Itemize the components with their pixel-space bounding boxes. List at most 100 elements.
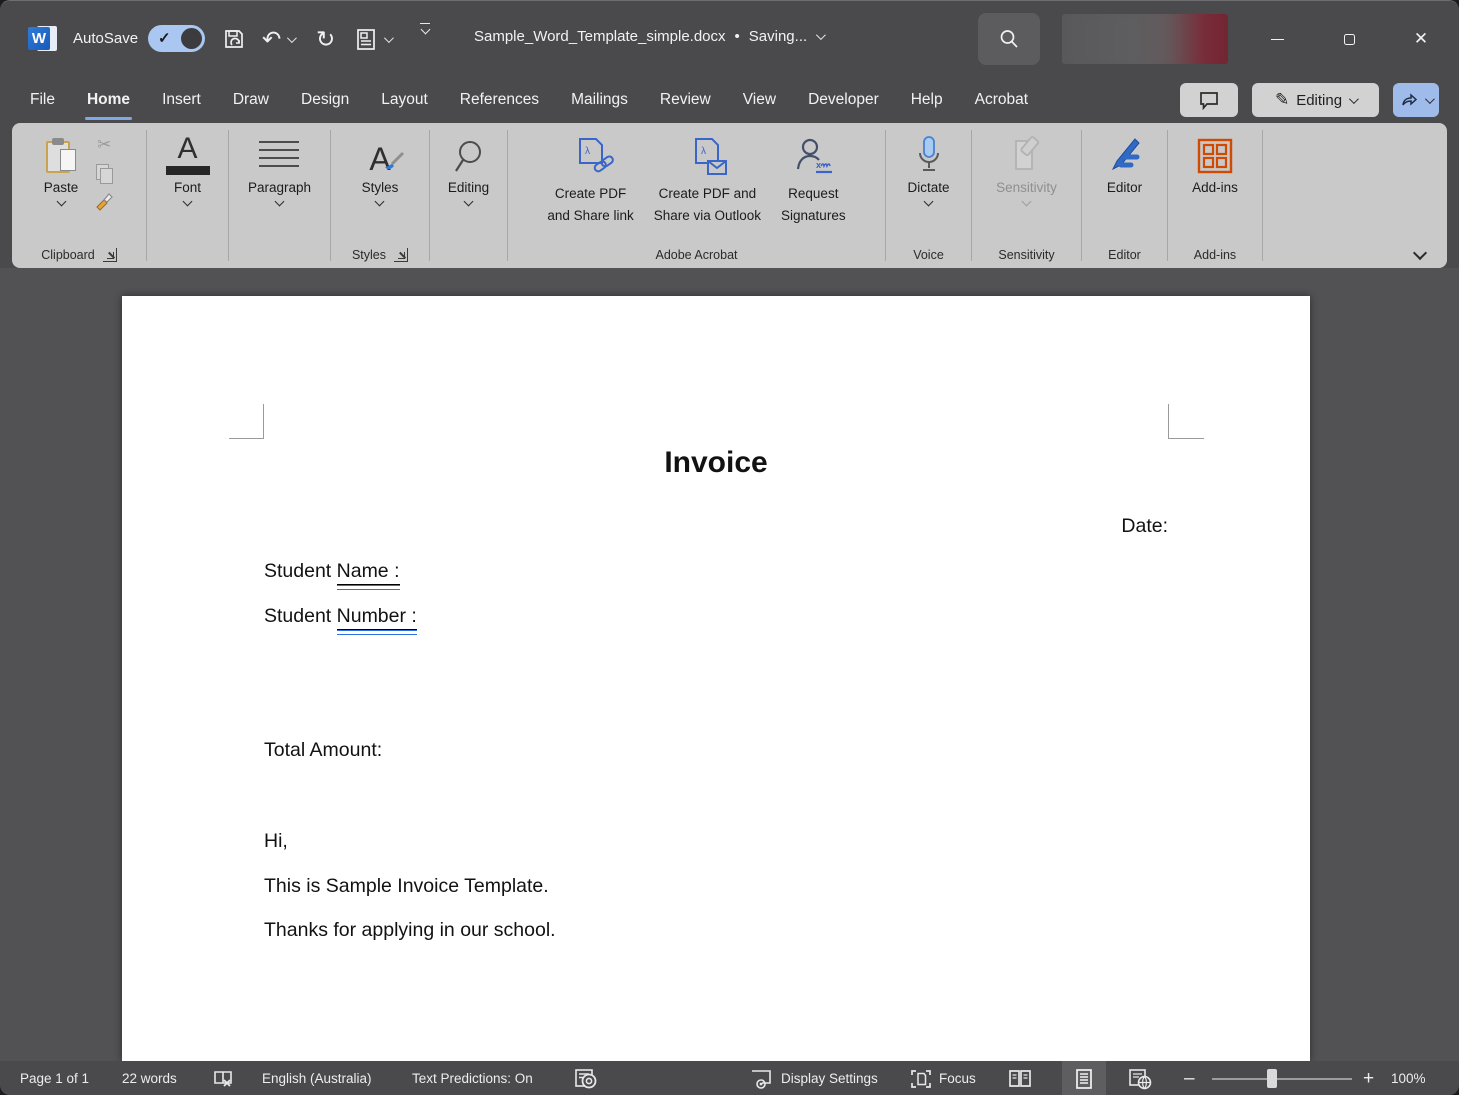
close-button[interactable]: ✕ <box>1398 15 1444 63</box>
tab-acrobat[interactable]: Acrobat <box>959 77 1044 123</box>
title-separator: • <box>735 28 740 45</box>
autosave-toggle[interactable]: ✓ <box>148 25 205 52</box>
sensitivity-button: Sensitivity <box>996 133 1057 205</box>
adobe-acrobat-group: λ Create PDF and Share link λ Create PDF… <box>508 123 885 268</box>
editing-menu-button[interactable]: Editing <box>448 133 489 205</box>
create-pdf-share-outlook-button[interactable]: λ Create PDF and Share via Outlook <box>644 133 771 225</box>
student-name-field[interactable]: Name : <box>337 560 400 585</box>
copy-icon[interactable] <box>96 164 112 182</box>
document-title-menu[interactable]: Sample_Word_Template_simple.docx • Savin… <box>474 28 823 45</box>
pdf-outlook-label-2: Share via Outlook <box>654 207 761 225</box>
paste-icon <box>46 139 76 175</box>
spellcheck-icon <box>213 1069 235 1089</box>
web-layout-icon <box>1128 1068 1152 1090</box>
editing-label: Editing <box>448 180 489 195</box>
search-button[interactable] <box>978 13 1040 65</box>
request-signatures-button[interactable]: x Request Signatures <box>771 133 856 225</box>
proofing-status-button[interactable] <box>213 1061 235 1095</box>
web-layout-button[interactable] <box>1128 1061 1152 1095</box>
font-icon: A <box>177 134 197 164</box>
close-icon: ✕ <box>1414 29 1428 49</box>
display-settings-label: Display Settings <box>781 1071 878 1086</box>
text-predictions-status[interactable]: Text Predictions: On <box>412 1061 533 1095</box>
page-count[interactable]: Page 1 of 1 <box>20 1061 89 1095</box>
comment-icon <box>1199 91 1219 110</box>
minimize-button[interactable] <box>1254 15 1300 63</box>
focus-button[interactable]: Focus <box>910 1061 976 1095</box>
redo-button[interactable]: ↻ <box>316 23 335 55</box>
tab-file[interactable]: File <box>14 77 71 123</box>
undo-button[interactable]: ↶ <box>262 23 294 55</box>
chevron-down-icon <box>375 197 385 207</box>
student-number-field[interactable]: Number : <box>337 605 417 630</box>
tab-mailings[interactable]: Mailings <box>555 77 644 123</box>
editing-mode-button[interactable]: ✎ Editing <box>1252 83 1379 117</box>
zoom-out-button[interactable]: – <box>1184 1061 1195 1095</box>
tab-developer[interactable]: Developer <box>792 77 895 123</box>
task-pane-button[interactable] <box>356 23 391 55</box>
tab-draw[interactable]: Draw <box>217 77 285 123</box>
font-menu-button[interactable]: A Font <box>166 133 210 205</box>
styles-dialog-launcher[interactable] <box>394 248 408 262</box>
word-count[interactable]: 22 words <box>122 1061 177 1095</box>
tab-references[interactable]: References <box>444 77 555 123</box>
zoom-percentage[interactable]: 100% <box>1391 1061 1426 1095</box>
zoom-slider-handle[interactable] <box>1267 1069 1277 1088</box>
display-settings-button[interactable]: Display Settings <box>750 1061 878 1095</box>
tab-insert[interactable]: Insert <box>146 77 217 123</box>
sensitivity-group: Sensitivity Sensitivity <box>972 123 1081 268</box>
ribbon: Paste ✂ Clipboard A <box>12 123 1447 268</box>
styles-menu-button[interactable]: A Styles <box>362 133 399 205</box>
chevron-down-icon <box>420 25 430 35</box>
editor-status-button[interactable] <box>574 1061 598 1095</box>
tab-design[interactable]: Design <box>285 77 365 123</box>
print-layout-button[interactable] <box>1062 1061 1106 1095</box>
zoom-in-button[interactable]: + <box>1363 1061 1374 1095</box>
format-painter-icon[interactable] <box>94 191 114 211</box>
pdf-outlook-icon: λ <box>684 135 730 179</box>
create-pdf-share-link-button[interactable]: λ Create PDF and Share link <box>537 133 643 225</box>
tab-view[interactable]: View <box>727 77 792 123</box>
styles-brush-icon <box>383 151 405 173</box>
customize-qat-button[interactable] <box>420 23 430 55</box>
minimize-icon <box>1271 39 1284 40</box>
dictate-label: Dictate <box>907 180 949 195</box>
cut-icon[interactable]: ✂ <box>97 135 111 155</box>
chevron-down-icon <box>816 30 826 40</box>
tab-layout[interactable]: Layout <box>365 77 444 123</box>
print-layout-icon <box>1075 1068 1093 1090</box>
tab-review[interactable]: Review <box>644 77 727 123</box>
ribbon-tab-row: File Home Insert Draw Design Layout Refe… <box>0 77 1459 123</box>
chevron-down-icon <box>384 33 394 43</box>
paste-button[interactable]: Paste <box>44 133 79 205</box>
sensitivity-label: Sensitivity <box>996 180 1057 195</box>
svg-text:x: x <box>816 160 821 170</box>
chevron-down-icon <box>275 197 285 207</box>
zoom-slider-track[interactable] <box>1212 1078 1352 1081</box>
read-mode-button[interactable] <box>1008 1061 1034 1095</box>
dictate-button[interactable]: Dictate <box>907 133 949 205</box>
clipboard-dialog-launcher[interactable] <box>103 248 117 262</box>
addins-button[interactable]: Add-ins <box>1192 133 1238 195</box>
panel-icon <box>356 27 376 51</box>
comments-button[interactable] <box>1180 83 1238 117</box>
paragraph-menu-button[interactable]: Paragraph <box>248 133 311 205</box>
share-icon <box>1401 92 1418 108</box>
collapse-ribbon-chevron-icon[interactable] <box>1413 246 1427 260</box>
pdf-link-icon: λ <box>568 135 614 179</box>
tab-help[interactable]: Help <box>895 77 959 123</box>
blurred-avatar <box>1062 14 1228 64</box>
language-status[interactable]: English (Australia) <box>262 1061 372 1095</box>
body-line: This is Sample Invoice Template. <box>264 875 1168 898</box>
user-account-blurred[interactable] <box>1062 14 1228 64</box>
word-logo-icon[interactable]: W <box>28 24 57 53</box>
share-button[interactable] <box>1393 83 1439 117</box>
maximize-button[interactable] <box>1326 15 1372 63</box>
clipboard-group: Paste ✂ Clipboard <box>12 123 146 268</box>
editor-button[interactable]: Editor <box>1105 133 1145 195</box>
check-icon: ✓ <box>158 29 171 47</box>
document-page[interactable]: Invoice Date: Student Name : Student Num… <box>122 296 1310 1061</box>
tab-home[interactable]: Home <box>71 77 146 123</box>
save-button[interactable] <box>222 23 246 55</box>
margin-corner-mark-right <box>1168 404 1204 439</box>
